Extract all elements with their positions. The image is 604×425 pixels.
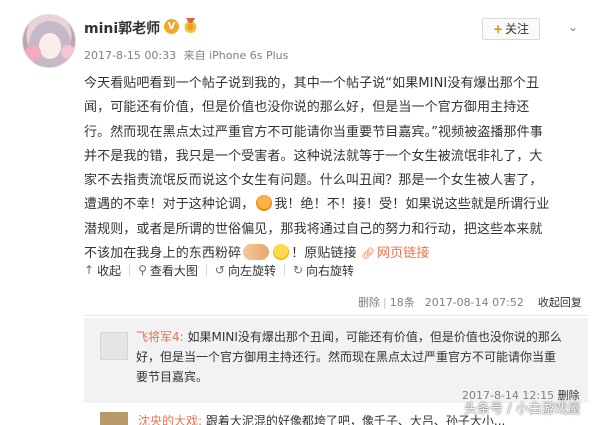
comment-text: 飞将军4: 如果MINI没有爆出那个丑闻，可能还有价值，但是价值也没你说的那么 … — [136, 327, 576, 387]
avatar-face — [39, 33, 61, 59]
divider — [205, 264, 207, 276]
post-text-line: 并不是我的错，我只是一个受害者。这种说法就等于一个女生被流氓非礼了，大 — [84, 148, 543, 164]
follow-button[interactable]: + 关注 — [482, 18, 540, 40]
comment-segment: 跟着大泥混的好像都垮了吧，像千子、大吕、孙子大小... — [205, 414, 506, 425]
web-link-label: 网页链接 — [377, 246, 430, 262]
post-text-line: 闻，可能还有价值，但是价值也没你说的那么好，但是当一个官方御用主持还 — [84, 100, 530, 116]
comment-box: 飞将军4: 如果MINI没有爆出那个丑闻，可能还有价值，但是价值也没你说的那么 … — [84, 318, 588, 403]
post-text-segment: 遭遇的不幸！对于这种论调， — [84, 197, 255, 213]
commenter-avatar[interactable] — [100, 412, 128, 425]
comment-line: 飞将军4: 如果MINI没有爆出那个丑闻，可能还有价值，但是价值也没你说的那么 — [136, 327, 576, 347]
comment-text: 沈央的大戏: 跟着大泥混的好像都垮了吧，像千子、大吕、孙子大小... — [138, 412, 505, 425]
comment-line: 要节目嘉宾。 — [136, 370, 209, 384]
rotate-left-label: 向左旋转 — [227, 263, 276, 278]
post-text: 今天看贴吧看到一个帖子说到我的，其中一个帖子说“如果MINI没有爆出那个丑 闻，… — [84, 72, 586, 266]
rotate-right-button[interactable]: ↻ 向右旋转 — [293, 262, 354, 279]
follow-label: 关注 — [505, 22, 530, 36]
chevron-down-icon[interactable]: ⌄ — [568, 20, 578, 34]
avatar-flower — [61, 45, 75, 59]
rotate-right-icon: ↻ — [292, 263, 304, 277]
commenter-name[interactable]: 沈央的大戏: — [138, 414, 202, 425]
image-toolbar: ↑ 收起 ⚲ 查看大图 ↺ 向左旋转 ↻ 向右旋转 — [84, 260, 354, 280]
rotate-left-icon: ↺ — [214, 263, 225, 277]
avatar[interactable] — [22, 14, 76, 68]
view-large-button[interactable]: ⚲ 查看大图 — [138, 262, 198, 279]
post-meta: 2017-8-15 00:33 来自 iPhone 6s Plus — [84, 47, 288, 63]
view-large-label: 查看大图 — [149, 263, 198, 278]
post-text-line: 遭遇的不幸！对于这种论调， 我！绝！不！接！受！如果说这些就是所谓行业 — [84, 193, 586, 217]
link-icon: 🔗︎ — [360, 247, 376, 261]
zoom-icon: ⚲ — [138, 263, 147, 277]
collapse-label: 收起 — [97, 263, 122, 278]
muscle-emoji-icon — [243, 244, 270, 261]
divider — [84, 315, 588, 316]
rotate-right-label: 向右旋转 — [306, 263, 355, 278]
post-text-line: 今天看贴吧看到一个帖子说到我的，其中一个帖子说“如果MINI没有爆出那个丑 — [84, 76, 540, 91]
post-text-line: 行。然而现在黑点太过严重官方不可能请你当重要节目嘉宾。”视频被盗播那件事 — [84, 124, 543, 140]
post-text-line: 家不去指责流氓反而说这个女生有问题。什么叫丑闻？那是一个女生被人害了， — [84, 173, 543, 189]
delete-link[interactable]: 删除 — [358, 294, 380, 310]
comment-bar: 删除 | 18条 2017-08-14 07:52 收起回复 — [358, 294, 582, 310]
username[interactable]: mini郭老师 — [84, 18, 160, 38]
comment-count: 18条 — [389, 296, 415, 309]
divider — [129, 264, 131, 276]
post-text-segment: 我！绝！不！接！受！如果说这些就是所谓行业 — [274, 197, 550, 213]
medal-icon — [184, 18, 197, 33]
smile-emoji-icon — [273, 244, 290, 261]
collapse-button[interactable]: ↑ 收起 — [84, 262, 121, 279]
post-text-line: 潜规则，或者是所谓的世俗偏见，那我将通过自己的努力和行动，把这些本来就 — [84, 221, 543, 237]
post-text-segment: ！原贴链接 — [291, 246, 357, 262]
post-source: 来自 iPhone 6s Plus — [183, 49, 289, 62]
commenter-avatar[interactable] — [100, 332, 128, 360]
comment-segment: 如果MINI没有爆出那个丑闻，可能还有价值，但是价值也没你说的那么 — [187, 330, 562, 344]
rotate-left-button[interactable]: ↺ 向左旋转 — [215, 262, 276, 279]
watermark: 头条号 / 小白游戏屋 — [464, 402, 581, 417]
plus-icon: + — [492, 22, 504, 36]
separator: | — [383, 295, 387, 309]
post-text-segment: 不该加在我身上的东西粉碎 — [84, 246, 242, 262]
collapse-reply-link[interactable]: 收起回复 — [538, 294, 582, 310]
avatar-flower — [25, 45, 41, 61]
post-time[interactable]: 2017-8-15 00:33 — [84, 49, 176, 62]
commenter-name[interactable]: 飞将军4: — [136, 330, 184, 344]
web-link[interactable]: 🔗︎ 网页链接 — [361, 246, 429, 261]
comment-time: 2017-08-14 07:52 — [424, 295, 524, 309]
angry-emoji-icon — [256, 195, 273, 212]
comment-line: 好，但是当一个官方御用主持还行。然而现在黑点太过严重官方不可能请你当重 — [136, 350, 557, 364]
collapse-icon: ↑ — [84, 263, 95, 277]
verified-badge-icon: V — [164, 19, 179, 34]
divider — [283, 264, 285, 276]
